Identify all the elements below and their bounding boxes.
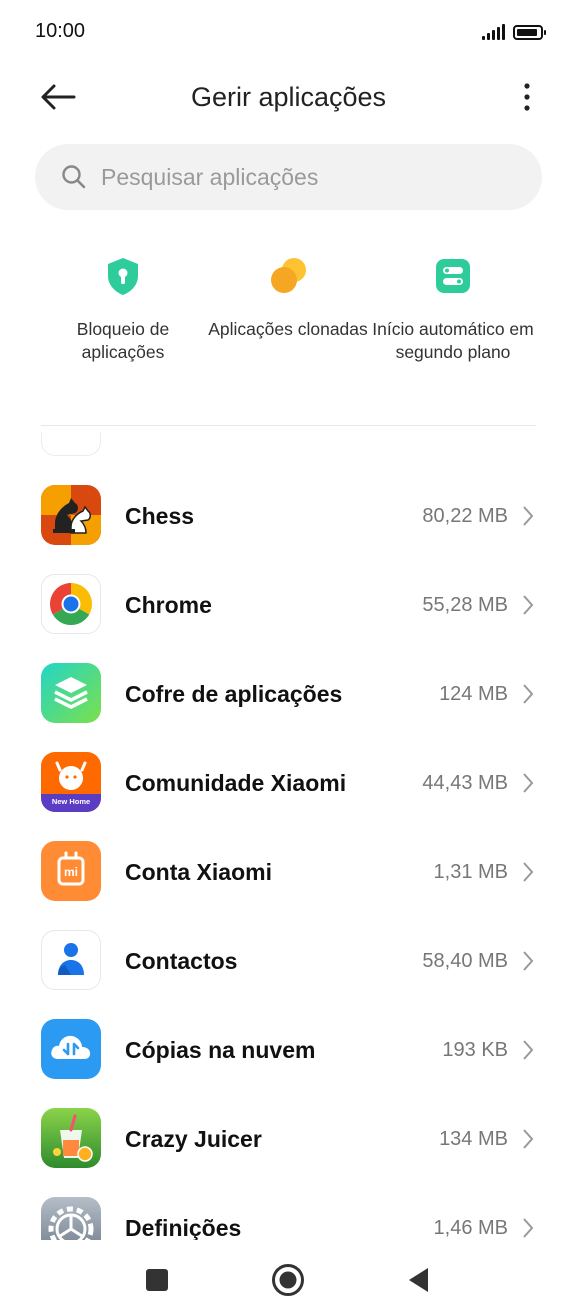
- app-row-cloud-backup[interactable]: Cópias na nuvem 193 KB: [0, 1006, 577, 1095]
- shortcut-autostart[interactable]: Início automático em segundo plano: [368, 248, 538, 364]
- recents-icon: [146, 1269, 168, 1291]
- app-row-chess[interactable]: Chess 80,22 MB: [0, 472, 577, 561]
- chevron-right-icon: [523, 595, 534, 615]
- chess-icon: [41, 485, 101, 545]
- status-bar: 10:00: [0, 0, 577, 62]
- partial-app-icon: [41, 432, 101, 456]
- chevron-right-icon: [523, 684, 534, 704]
- search-icon: [62, 165, 86, 189]
- app-name: Crazy Juicer: [125, 1126, 262, 1152]
- autostart-icon: [431, 254, 475, 298]
- app-size: 134 MB: [439, 1128, 508, 1150]
- app-name: Cópias na nuvem: [125, 1037, 316, 1063]
- status-icons: [482, 22, 546, 40]
- chevron-right-icon: [523, 1218, 534, 1238]
- dual-apps-icon: [266, 254, 310, 298]
- shortcut-dual-apps[interactable]: Aplicações clonadas: [203, 248, 373, 341]
- app-lock-icon: [101, 254, 145, 298]
- chevron-right-icon: [523, 773, 534, 793]
- navigation-bar: [0, 1240, 577, 1316]
- home-icon: [272, 1264, 304, 1296]
- app-row-xiaomi-account[interactable]: mi Conta Xiaomi 1,31 MB: [0, 828, 577, 917]
- app-name: Chrome: [125, 592, 212, 618]
- app-row-xiaomi-community[interactable]: New Home Comunidade Xiaomi 44,43 MB: [0, 739, 577, 828]
- xiaomi-community-icon-text: New Home: [51, 797, 91, 806]
- chevron-right-icon: [523, 862, 534, 882]
- chrome-icon: [41, 574, 101, 634]
- contacts-icon: [41, 930, 101, 990]
- header: Gerir aplicações: [0, 62, 577, 132]
- app-row-chrome[interactable]: Chrome 55,28 MB: [0, 561, 577, 650]
- app-name: Definições: [125, 1215, 242, 1240]
- crazy-juicer-icon: [41, 1108, 101, 1168]
- app-name: Contactos: [125, 948, 238, 974]
- chevron-right-icon: [523, 1129, 534, 1149]
- app-size: 80,22 MB: [422, 505, 508, 527]
- settings-icon: [41, 1197, 101, 1240]
- xiaomi-account-icon-text: mi: [63, 865, 78, 879]
- chevron-right-icon: [523, 506, 534, 526]
- app-size: 55,28 MB: [422, 594, 508, 616]
- search-input[interactable]: Pesquisar aplicações: [35, 144, 542, 210]
- status-time: 10:00: [35, 20, 86, 42]
- app-list: Chess 80,22 MB Chrome 55,28 MB Cofre de …: [0, 472, 577, 1240]
- app-name: Cofre de aplicações: [125, 681, 343, 707]
- divider: [41, 425, 536, 426]
- shortcuts-row: Bloqueio de aplicações Aplicações clonad…: [0, 248, 577, 398]
- app-name: Conta Xiaomi: [125, 859, 272, 885]
- signal-icon: [482, 22, 505, 40]
- xiaomi-community-icon: New Home: [41, 752, 101, 812]
- app-size: 1,46 MB: [433, 1217, 508, 1239]
- recents-button[interactable]: [137, 1260, 177, 1300]
- back-triangle-icon: [409, 1268, 428, 1292]
- home-button[interactable]: [268, 1260, 308, 1300]
- app-size: 58,40 MB: [422, 950, 508, 972]
- more-options-button[interactable]: [515, 80, 539, 116]
- app-row-settings[interactable]: Definições 1,46 MB: [0, 1184, 577, 1240]
- app-size: 1,31 MB: [433, 861, 508, 883]
- chevron-right-icon: [523, 1040, 534, 1060]
- more-vertical-icon: [524, 83, 530, 111]
- shortcut-app-lock[interactable]: Bloqueio de aplicações: [38, 248, 208, 364]
- search-placeholder: Pesquisar aplicações: [101, 164, 319, 190]
- page-title: Gerir aplicações: [190, 82, 387, 112]
- app-size: 193 KB: [442, 1039, 508, 1061]
- app-row-crazy-juicer[interactable]: Crazy Juicer 134 MB: [0, 1095, 577, 1184]
- shortcut-label: Aplicações clonadas: [208, 319, 368, 339]
- battery-icon: [513, 25, 546, 40]
- app-row-contacts[interactable]: Contactos 58,40 MB: [0, 917, 577, 1006]
- app-size: 124 MB: [439, 683, 508, 705]
- app-row-app-vault[interactable]: Cofre de aplicações 124 MB: [0, 650, 577, 739]
- app-name: Comunidade Xiaomi: [125, 770, 347, 796]
- back-nav-button[interactable]: [399, 1260, 439, 1300]
- cloud-backup-icon: [41, 1019, 101, 1079]
- xiaomi-account-icon: mi: [41, 841, 101, 901]
- shortcut-label: Início automático em segundo plano: [372, 319, 534, 362]
- chevron-right-icon: [523, 951, 534, 971]
- shortcut-label: Bloqueio de aplicações: [76, 319, 170, 362]
- app-name: Chess: [125, 503, 195, 529]
- app-vault-icon: [41, 663, 101, 723]
- app-size: 44,43 MB: [422, 772, 508, 794]
